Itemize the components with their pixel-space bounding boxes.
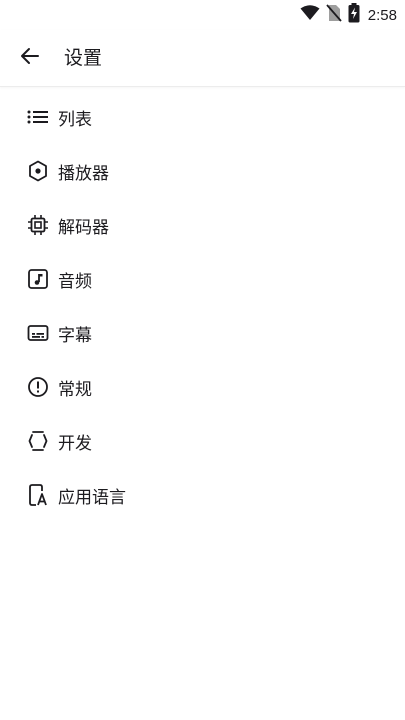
subtitles-icon xyxy=(26,321,50,345)
page-title: 设置 xyxy=(64,47,103,69)
status-icons: 2:58 xyxy=(300,3,397,27)
info-circle-icon xyxy=(26,375,50,399)
menu-item-general[interactable]: 常规 xyxy=(0,360,405,414)
menu-item-label: 开发 xyxy=(58,433,92,454)
battery-charging-icon xyxy=(348,3,360,27)
menu-item-label: 解码器 xyxy=(58,217,109,238)
menu-item-developer[interactable]: 开发 xyxy=(0,414,405,468)
hexagon-icon xyxy=(26,159,50,183)
menu-item-decoder[interactable]: 解码器 xyxy=(0,198,405,252)
list-icon xyxy=(26,105,50,129)
back-button[interactable] xyxy=(14,42,46,74)
settings-menu: 列表 播放器 解码器 音频 字幕 常规 开发 应用语言 xyxy=(0,90,405,522)
app-language-icon xyxy=(26,483,50,507)
chip-icon xyxy=(26,213,50,237)
music-note-icon xyxy=(26,267,50,291)
wifi-icon xyxy=(300,5,320,25)
arrow-back-icon xyxy=(20,46,40,70)
menu-item-label: 应用语言 xyxy=(58,487,126,508)
menu-item-app-language[interactable]: 应用语言 xyxy=(0,468,405,522)
menu-item-label: 字幕 xyxy=(58,325,92,346)
menu-item-label: 列表 xyxy=(58,109,92,130)
status-bar: 2:58 xyxy=(0,0,405,30)
menu-item-list[interactable]: 列表 xyxy=(0,90,405,144)
no-sim-icon xyxy=(326,4,342,26)
menu-item-label: 音频 xyxy=(58,271,92,292)
developer-icon xyxy=(26,429,50,453)
status-time: 2:58 xyxy=(367,6,397,24)
menu-item-label: 播放器 xyxy=(58,163,109,184)
menu-item-label: 常规 xyxy=(58,379,92,400)
menu-item-audio[interactable]: 音频 xyxy=(0,252,405,306)
menu-item-player[interactable]: 播放器 xyxy=(0,144,405,198)
menu-item-subtitles[interactable]: 字幕 xyxy=(0,306,405,360)
app-bar: 设置 xyxy=(0,30,405,87)
